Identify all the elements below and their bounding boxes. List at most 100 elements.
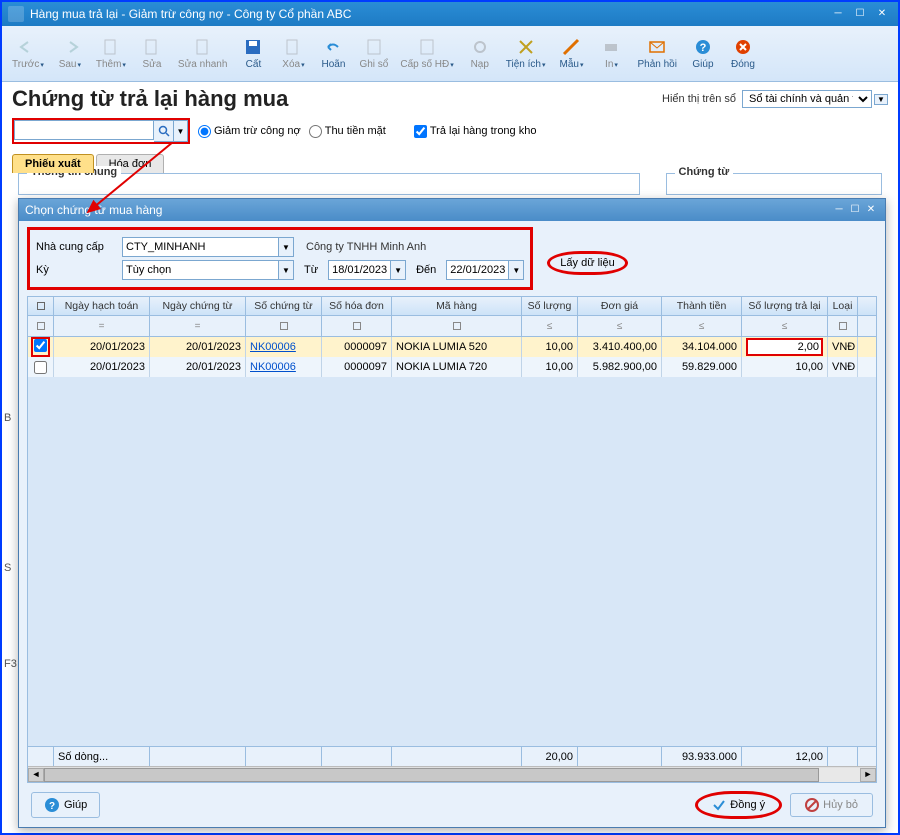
radio-cash[interactable]: Thu tiền mặt	[309, 125, 386, 138]
supplier-label: Nhà cung cấp	[36, 241, 116, 253]
col-sl[interactable]: Số lượng	[522, 297, 578, 315]
gutter-s: S	[4, 562, 11, 574]
supplier-input[interactable]	[122, 237, 278, 257]
fetch-button[interactable]: Lấy dữ liệu	[547, 251, 627, 275]
dlg-minimize[interactable]: ─	[831, 203, 847, 217]
dialog-title: Chọn chứng từ mua hàng	[25, 203, 831, 217]
period-input[interactable]	[122, 260, 278, 280]
file-x-icon	[283, 37, 303, 57]
svg-text:?: ?	[49, 801, 55, 812]
col-mh[interactable]: Mã hàng	[392, 297, 522, 315]
dlg-maximize[interactable]: ☐	[847, 203, 863, 217]
page-title: Chứng từ trả lại hàng mua	[12, 86, 662, 112]
tabs: Phiếu xuất Hóa đơn	[2, 150, 898, 172]
add-button[interactable]: Thêm▾	[90, 28, 132, 79]
close-red-icon	[733, 37, 753, 57]
chevron-down-icon[interactable]: ▼	[278, 237, 294, 257]
dialog-buttons: ? Giúp Đồng ý Hủy bỏ	[19, 783, 885, 827]
save-button[interactable]: Cất	[233, 28, 273, 79]
radio-debt[interactable]: Giảm trừ công nợ	[198, 125, 301, 138]
file-edit-icon	[142, 37, 162, 57]
arrow-left-icon	[18, 37, 38, 57]
numhd-button[interactable]: Cấp số HĐ▾	[394, 28, 459, 79]
to-label: Đến	[412, 264, 440, 276]
chevron-down-icon[interactable]: ▼	[278, 260, 294, 280]
next-button[interactable]: Sau▾	[50, 28, 90, 79]
group-thongtin: Thông tin chung	[18, 173, 640, 195]
floppy-icon	[243, 37, 263, 57]
horizontal-scrollbar[interactable]: ◄ ►	[28, 766, 876, 782]
page-header: Chứng từ trả lại hàng mua Hiển thị trên …	[2, 82, 898, 116]
search-dropdown[interactable]: ▼	[174, 120, 188, 142]
from-date[interactable]: ▼	[328, 260, 406, 280]
print-button[interactable]: In▾	[591, 28, 631, 79]
undo-button[interactable]: Hoãn	[313, 28, 353, 79]
supplier-combo[interactable]: ▼	[122, 237, 294, 257]
dialog-chon-chung-tu: Chọn chứng từ mua hàng ─ ☐ ✕ Nhà cung cấ…	[18, 198, 886, 828]
col-dg[interactable]: Đơn giá	[578, 297, 662, 315]
search-button[interactable]	[154, 120, 174, 142]
printer-icon	[601, 37, 621, 57]
help-button[interactable]: ?Giúp	[683, 28, 723, 79]
col-shd[interactable]: Số hóa đơn	[322, 297, 392, 315]
from-input[interactable]	[328, 260, 390, 280]
template-button[interactable]: Mẫu▾	[551, 28, 591, 79]
row-checkbox[interactable]	[34, 339, 47, 352]
util-button[interactable]: Tiện ích▾	[500, 28, 552, 79]
scroll-thumb[interactable]	[44, 768, 819, 782]
scroll-right-icon[interactable]: ►	[860, 768, 876, 782]
col-checkbox[interactable]	[28, 297, 54, 315]
col-sct[interactable]: Số chứng từ	[246, 297, 322, 315]
number-icon	[417, 37, 437, 57]
col-date1[interactable]: Ngày hạch toán	[54, 297, 150, 315]
arrow-right-icon	[60, 37, 80, 57]
write-button[interactable]: Ghi sổ	[353, 28, 394, 79]
edit-button[interactable]: Sửa	[132, 28, 172, 79]
search-input[interactable]	[14, 120, 154, 140]
prev-button[interactable]: Trước▾	[6, 28, 50, 79]
search-box: ▼	[12, 118, 190, 144]
file-add-icon	[101, 37, 121, 57]
close-app-button[interactable]: Đóng	[723, 28, 763, 79]
chevron-down-icon[interactable]: ▼	[508, 260, 524, 280]
dlg-close[interactable]: ✕	[863, 203, 879, 217]
return-qty-input[interactable]	[746, 338, 823, 356]
cancel-button[interactable]: Hủy bỏ	[790, 793, 873, 817]
display-dropdown-icon[interactable]: ▼	[874, 94, 888, 105]
minimize-button[interactable]: ─	[828, 7, 848, 21]
chk-stock[interactable]: Trả lại hàng trong kho	[414, 125, 537, 138]
table-row[interactable]: 20/01/2023 20/01/2023 NK00006 0000097 NO…	[28, 337, 876, 357]
maximize-button[interactable]: ☐	[850, 7, 870, 21]
to-input[interactable]	[446, 260, 508, 280]
period-combo[interactable]: ▼	[122, 260, 294, 280]
tab-phieu-xuat[interactable]: Phiếu xuất	[12, 154, 94, 173]
supplier-name: Công ty TNHH Minh Anh	[306, 241, 426, 253]
svg-text:?: ?	[700, 42, 707, 54]
close-button[interactable]: ✕	[872, 7, 892, 21]
chevron-down-icon[interactable]: ▼	[390, 260, 406, 280]
row-checkbox[interactable]	[34, 361, 47, 374]
options-row: ▼ Giảm trừ công nợ Thu tiền mặt Trả lại …	[2, 116, 898, 150]
ok-button[interactable]: Đồng ý	[695, 791, 782, 819]
display-select[interactable]: Sổ tài chính và quản trị	[742, 90, 872, 108]
dlg-help-button[interactable]: ? Giúp	[31, 792, 100, 818]
delete-button[interactable]: Xóa▾	[273, 28, 313, 79]
col-tt[interactable]: Thành tiền	[662, 297, 742, 315]
quickedit-button[interactable]: Sửa nhanh	[172, 28, 234, 79]
table-row[interactable]: 20/01/2023 20/01/2023 NK00006 0000097 NO…	[28, 357, 876, 377]
load-button[interactable]: Nạp	[460, 28, 500, 79]
gutter-b: B	[4, 412, 11, 424]
mail-icon	[647, 37, 667, 57]
col-loai[interactable]: Loại	[828, 297, 858, 315]
col-date2[interactable]: Ngày chứng từ	[150, 297, 246, 315]
scroll-left-icon[interactable]: ◄	[28, 768, 44, 782]
check-icon	[712, 798, 726, 812]
voucher-link: NK00006	[250, 361, 296, 373]
voucher-link: NK00006	[250, 341, 296, 353]
ruler-icon	[561, 37, 581, 57]
undo-icon	[323, 37, 343, 57]
tools-icon	[516, 37, 536, 57]
col-sltl[interactable]: Số lượng trả lại	[742, 297, 828, 315]
to-date[interactable]: ▼	[446, 260, 524, 280]
feedback-button[interactable]: Phản hồi	[631, 28, 682, 79]
